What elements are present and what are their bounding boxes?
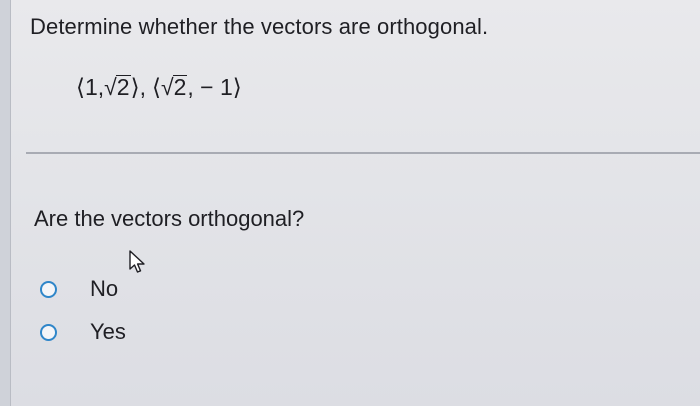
answer-prompt: Are the vectors orthogonal? (34, 206, 305, 231)
vector2-sqrt: √ 2 (161, 74, 188, 101)
section-divider (26, 152, 700, 154)
vector1-radicand: 2 (115, 74, 131, 100)
option-no-label[interactable]: No (90, 276, 118, 302)
vector-separator: , (139, 74, 146, 100)
vector1-open: ⟨1, (76, 74, 105, 100)
left-edge-strip (0, 0, 10, 406)
radio-yes[interactable] (40, 323, 57, 341)
left-edge-border (10, 0, 11, 406)
mouse-pointer-icon (129, 250, 145, 273)
option-yes-label[interactable]: Yes (90, 319, 126, 345)
option-yes[interactable]: Yes (40, 319, 126, 345)
option-no[interactable]: No (40, 276, 118, 302)
vector1-close: ⟩ (130, 74, 140, 100)
vector-expression: ⟨1, √ 2 ⟩ , ⟨ √ 2 , − 1⟩ (76, 74, 242, 101)
radio-no[interactable] (40, 280, 57, 298)
vector2-open: ⟨ (151, 74, 161, 100)
vector2-radicand: 2 (172, 74, 188, 100)
vector2-tail: , − 1⟩ (187, 74, 242, 100)
question-page: Determine whether the vectors are orthog… (0, 0, 700, 406)
vector1-sqrt: √ 2 (104, 74, 131, 101)
question-title: Determine whether the vectors are orthog… (30, 14, 489, 39)
